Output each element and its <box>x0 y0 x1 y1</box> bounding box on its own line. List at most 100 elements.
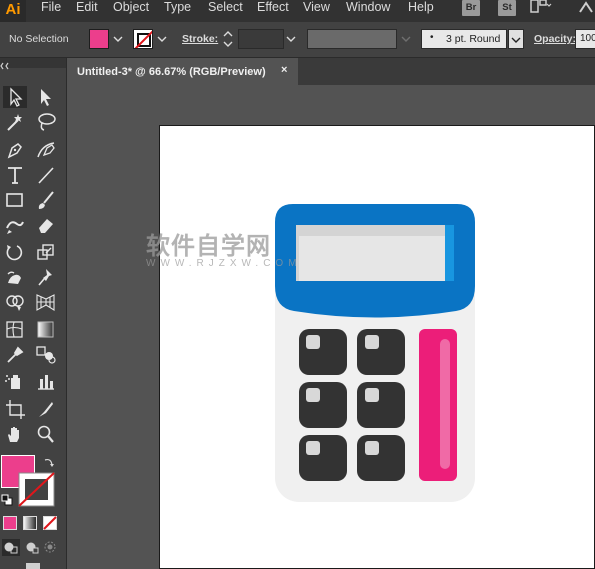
document-title: Untitled-3* @ 66.67% (RGB/Preview) <box>77 66 266 78</box>
rotate-icon <box>6 245 23 261</box>
selection-arrow-icon <box>10 87 23 107</box>
tools-panel-header[interactable] <box>0 58 66 71</box>
curvature-pen-icon <box>37 142 55 158</box>
brush-definition[interactable]: • 3 pt. Round <box>421 29 507 49</box>
draw-normal-icon <box>4 542 18 554</box>
control-bar: No Selection Stroke: • 3 pt. Round Opaci… <box>0 22 595 58</box>
opacity-field[interactable]: 100 <box>575 29 595 49</box>
none-mode-icon[interactable] <box>43 516 57 530</box>
calculator-artwork[interactable] <box>160 126 595 569</box>
calculator-screen <box>299 236 451 281</box>
bridge-button[interactable]: Br <box>462 0 480 16</box>
hand-tool[interactable] <box>3 423 27 445</box>
stroke-weight-dropdown-icon[interactable] <box>286 35 296 43</box>
rotate-tool[interactable] <box>3 241 27 263</box>
draw-normal-button[interactable] <box>2 539 20 556</box>
pen-tool[interactable] <box>3 139 27 161</box>
hand-icon <box>8 427 19 442</box>
gradient-tool[interactable] <box>34 318 58 340</box>
close-tab-button[interactable]: × <box>281 64 287 76</box>
paintbrush-tool[interactable] <box>34 189 58 211</box>
slice-tool[interactable] <box>34 398 58 420</box>
default-fill-stroke-icon[interactable] <box>1 494 13 506</box>
stock-button[interactable]: St <box>498 0 516 16</box>
symbol-sprayer-icon <box>5 375 20 389</box>
warp-tool[interactable] <box>3 266 27 288</box>
calculator-key <box>299 382 347 428</box>
scale-tool[interactable] <box>34 241 58 263</box>
fill-swatch[interactable] <box>89 29 109 49</box>
blend-icon <box>36 346 56 364</box>
menu-view[interactable]: View <box>303 0 330 22</box>
artboard-icon <box>6 400 25 419</box>
watermark-title: 软件自学网 <box>146 232 271 260</box>
blend-tool[interactable] <box>34 343 58 365</box>
rectangle-tool[interactable] <box>3 189 27 211</box>
eraser-tool[interactable] <box>34 214 58 236</box>
slice-knife-icon <box>39 402 53 417</box>
document-tab[interactable]: Untitled-3* @ 66.67% (RGB/Preview) × <box>67 58 298 85</box>
menu-select[interactable]: Select <box>208 0 243 22</box>
profile-dropdown-icon[interactable] <box>401 35 411 43</box>
line-segment-tool[interactable] <box>34 164 58 186</box>
menu-window[interactable]: Window <box>346 0 390 22</box>
stroke-color-box[interactable] <box>18 472 55 507</box>
canvas-area[interactable] <box>68 85 595 569</box>
mesh-tool[interactable] <box>3 318 27 340</box>
draw-inside-icon[interactable] <box>42 539 60 556</box>
menu-effect[interactable]: Effect <box>257 0 289 22</box>
shape-builder-icon <box>6 295 24 311</box>
fill-dropdown-icon[interactable] <box>113 35 123 43</box>
shaper-tool[interactable] <box>3 214 27 236</box>
stroke-label[interactable]: Stroke: <box>182 33 218 45</box>
magic-wand-tool[interactable] <box>3 111 27 133</box>
menu-edit[interactable]: Edit <box>76 0 98 22</box>
gradient-mode-icon[interactable] <box>23 516 37 530</box>
workspace-switcher-icon[interactable] <box>530 0 552 14</box>
stroke-dropdown-icon[interactable] <box>157 35 167 43</box>
menu-object[interactable]: Object <box>113 0 149 22</box>
stroke-weight-field[interactable] <box>238 29 284 49</box>
curvature-tool[interactable] <box>34 139 58 161</box>
watermark-url: WWW.RJZXW.COM <box>146 258 302 269</box>
line-segment-icon <box>38 167 54 184</box>
perspective-grid-tool[interactable] <box>34 291 58 313</box>
type-tool[interactable] <box>3 164 27 186</box>
zoom-tool[interactable] <box>34 423 58 445</box>
column-graph-tool[interactable] <box>34 370 58 392</box>
selection-tool[interactable] <box>3 86 27 108</box>
stroke-weight-stepper-icon[interactable] <box>222 29 234 49</box>
eyedropper-icon <box>7 346 24 363</box>
artboard[interactable] <box>159 125 595 569</box>
variable-width-profile[interactable] <box>307 29 397 49</box>
calculator-key <box>357 435 405 481</box>
calculator-key <box>357 329 405 375</box>
collapse-panel-icon[interactable] <box>0 61 14 71</box>
direct-selection-tool[interactable] <box>34 86 58 108</box>
eyedropper-tool[interactable] <box>3 343 27 365</box>
magic-wand-icon <box>7 114 22 131</box>
menu-type[interactable]: Type <box>164 0 191 22</box>
draw-behind-icon[interactable] <box>23 539 41 556</box>
puppet-warp-tool[interactable] <box>34 266 58 288</box>
calculator-accent-key <box>419 329 457 481</box>
menu-file[interactable]: File <box>41 0 61 22</box>
opacity-label[interactable]: Opacity: <box>534 33 576 45</box>
screen-mode-button[interactable] <box>26 563 40 569</box>
calculator-key <box>299 329 347 375</box>
brush-dropdown[interactable] <box>508 29 524 49</box>
scale-icon <box>37 244 54 260</box>
lasso-tool[interactable] <box>34 111 58 133</box>
swap-fill-stroke-icon[interactable] <box>43 456 55 468</box>
color-mode-button[interactable] <box>3 516 17 530</box>
stroke-swatch[interactable] <box>133 29 153 49</box>
shape-builder-tool[interactable] <box>3 291 27 313</box>
search-stock-icon[interactable] <box>578 0 595 14</box>
symbol-sprayer-tool[interactable] <box>3 370 27 392</box>
brush-dot-icon: • <box>430 32 434 43</box>
menu-help[interactable]: Help <box>408 0 434 22</box>
direct-selection-arrow-icon <box>41 89 51 106</box>
brush-dropdown-icon <box>511 37 521 43</box>
artboard-tool[interactable] <box>3 398 27 420</box>
calculator-key <box>357 382 405 428</box>
